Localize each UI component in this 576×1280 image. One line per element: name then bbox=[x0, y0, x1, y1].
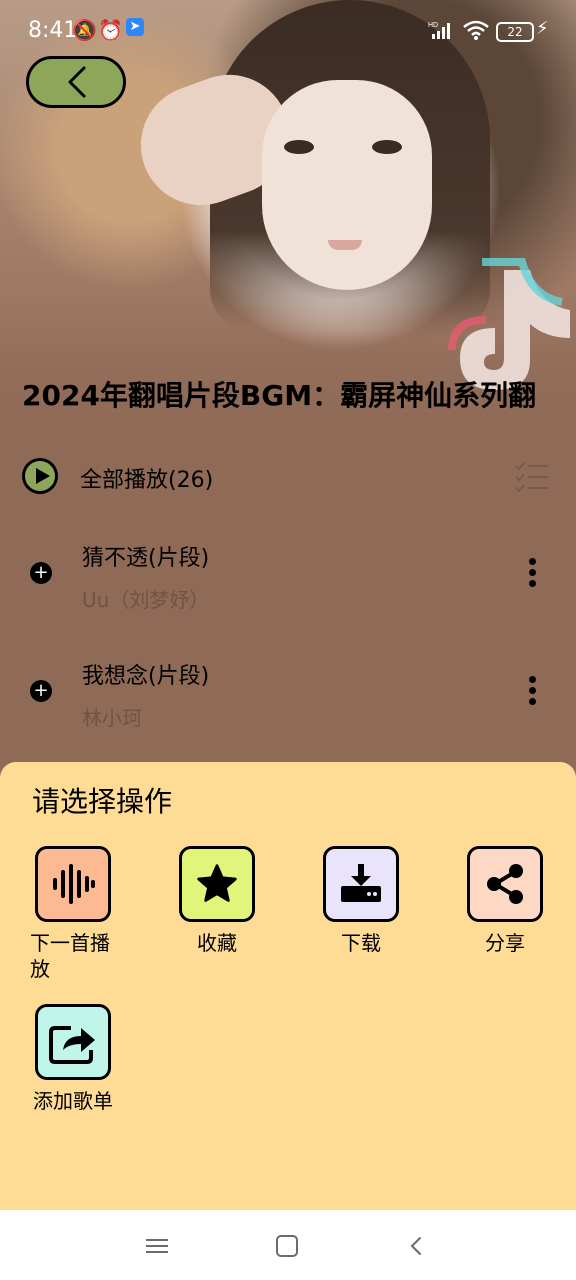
song-title: 我想念(片段) bbox=[82, 664, 210, 689]
play-next-label: 下一首播放 bbox=[30, 931, 110, 981]
download-label: 下载 bbox=[341, 931, 381, 955]
menu-icon[interactable] bbox=[146, 1238, 168, 1254]
playlist-title: 2024年翻唱片段BGM：霸屏神仙系列翻 bbox=[22, 379, 537, 412]
more-options-icon[interactable] bbox=[526, 676, 538, 710]
action-sheet: 请选择操作 下一首播放 收藏 下载 分享 添加歌单 bbox=[0, 762, 576, 1210]
favorite-action[interactable]: 收藏 bbox=[162, 846, 272, 956]
song-title: 猜不透(片段) bbox=[82, 546, 210, 571]
mute-bell-icon: 🔕 bbox=[72, 18, 97, 42]
song-artist: Uu（刘梦妤） bbox=[82, 588, 210, 612]
screen: 8:41 🔕 ⏰ ➤ HD 22 ⚡ 2024年翻唱片段BGM：霸屏神仙系列翻 … bbox=[0, 0, 576, 1280]
add-to-playlist-action[interactable]: 添加歌单 bbox=[18, 1004, 128, 1114]
song-row[interactable]: + 我想念(片段) 林小珂 bbox=[0, 638, 576, 748]
favorite-label: 收藏 bbox=[197, 931, 237, 955]
svg-text:HD: HD bbox=[428, 22, 438, 29]
back-button[interactable] bbox=[26, 56, 126, 108]
share-icon[interactable] bbox=[467, 846, 543, 922]
star-icon[interactable] bbox=[179, 846, 255, 922]
home-icon[interactable] bbox=[276, 1235, 298, 1257]
charging-icon: ⚡ bbox=[536, 18, 549, 39]
wifi-icon bbox=[463, 20, 489, 40]
alarm-icon: ⏰ bbox=[98, 18, 123, 42]
download-icon[interactable] bbox=[323, 846, 399, 922]
song-artist: 林小珂 bbox=[82, 706, 142, 730]
hd-signal-icon: HD bbox=[428, 22, 450, 39]
app-badge-icon: ➤ bbox=[126, 18, 144, 36]
play-all-label[interactable]: 全部播放(26) bbox=[80, 462, 213, 494]
audio-wave-icon[interactable] bbox=[35, 846, 111, 922]
download-action[interactable]: 下载 bbox=[306, 846, 416, 956]
status-bar: 8:41 🔕 ⏰ ➤ HD 22 ⚡ bbox=[0, 0, 576, 60]
add-to-playlist-icon[interactable] bbox=[35, 1004, 111, 1080]
sheet-title: 请选择操作 bbox=[32, 785, 173, 818]
share-action[interactable]: 分享 bbox=[450, 846, 560, 956]
battery-icon: 22 bbox=[496, 22, 534, 42]
add-icon[interactable]: + bbox=[30, 680, 52, 702]
multi-select-list-icon[interactable] bbox=[514, 462, 548, 492]
tiktok-logo-icon bbox=[448, 258, 570, 390]
play-next-action[interactable]: 下一首播放 bbox=[18, 846, 128, 982]
share-label: 分享 bbox=[485, 931, 525, 955]
status-time: 8:41 bbox=[28, 18, 78, 43]
song-row[interactable]: + 猜不透(片段) Uu（刘梦妤） bbox=[0, 520, 576, 630]
play-all-button[interactable] bbox=[22, 458, 58, 494]
back-icon[interactable] bbox=[410, 1236, 422, 1256]
more-options-icon[interactable] bbox=[526, 558, 538, 592]
chevron-left-icon bbox=[68, 66, 86, 98]
add-to-playlist-label: 添加歌单 bbox=[33, 1089, 113, 1113]
battery-level: 22 bbox=[507, 25, 523, 39]
add-icon[interactable]: + bbox=[30, 562, 52, 584]
